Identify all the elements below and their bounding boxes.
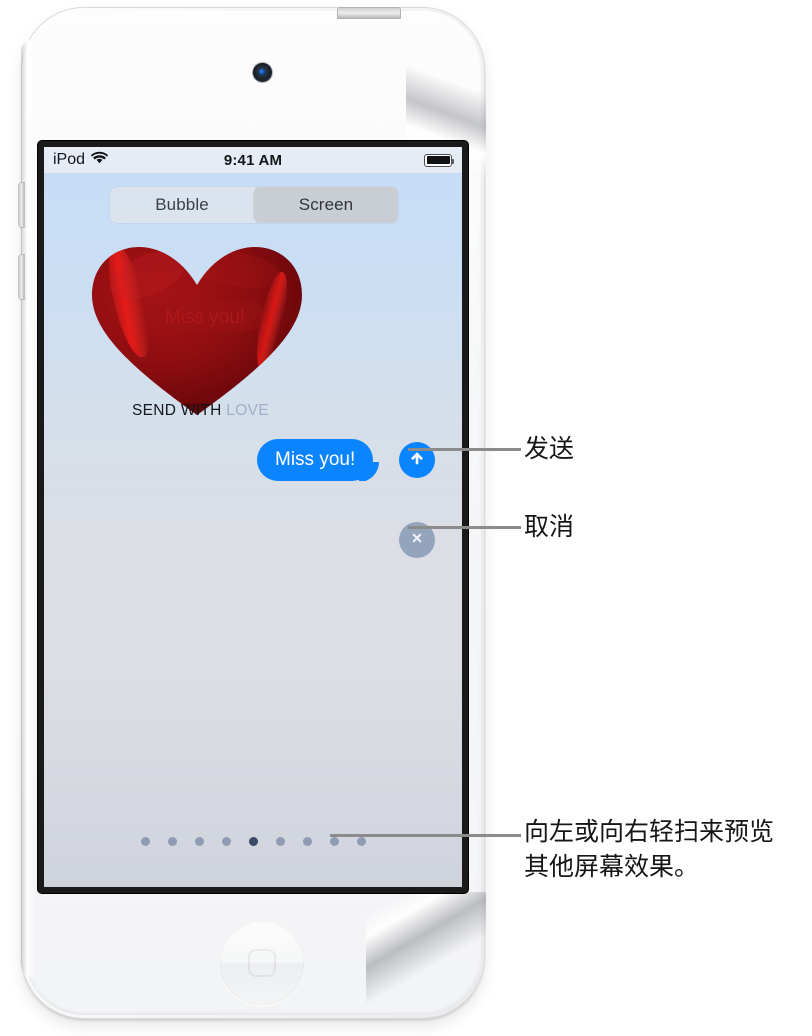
effect-type-segmented-control[interactable]: Bubble Screen [110,187,398,223]
balloon-caption-primary: SEND WITH [132,402,227,419]
ipod-touch-device: iPod 9:41 AM Bubble Screen Miss you! SEN… [19,8,486,1018]
callout-leader-send [408,448,521,451]
device-screen: iPod 9:41 AM Bubble Screen Miss you! SEN… [44,147,462,887]
battery-nub [452,158,454,164]
page-dot[interactable] [356,837,366,846]
arrow-up-icon [407,448,427,473]
page-dot[interactable] [140,837,150,846]
message-bubble[interactable]: Miss you! [257,439,374,481]
home-button-square-icon [248,949,276,977]
device-top-antenna [338,8,400,18]
status-bar: iPod 9:41 AM [44,147,462,173]
message-bubble-tail [359,461,379,481]
message-bubble-text: Miss you! [275,449,356,470]
segment-screen[interactable]: Screen [254,187,398,223]
status-bar-right [424,153,454,167]
screen-bezel: iPod 9:41 AM Bubble Screen Miss you! SEN… [38,141,468,893]
battery-fill [426,156,450,164]
segment-bubble[interactable]: Bubble [110,187,254,223]
battery-full-icon [424,153,454,167]
heart-balloon: Miss you! SEND WITH LOVE [86,239,308,419]
page-dot[interactable] [302,837,312,846]
page-dots[interactable] [44,837,462,846]
front-camera-icon [253,63,272,82]
page-dot[interactable] [167,837,177,846]
camera-lens [259,69,265,75]
status-bar-time: 9:41 AM [223,151,283,169]
balloon-caption: SEND WITH LOVE [132,402,269,420]
callout-label-send: 发送 [524,434,575,463]
callout-label-cancel: 取消 [524,512,575,541]
callout-leader-cancel [408,526,521,529]
page-dot[interactable] [329,837,339,846]
page-dot[interactable] [221,837,231,846]
callout-label-swipe: 向左或向右轻扫来预览 其他屏幕效果。 [524,817,775,881]
home-button[interactable] [220,921,304,1005]
balloon-caption-secondary: LOVE [226,402,269,419]
svg-text:Miss you!: Miss you! [165,307,245,328]
volume-up-button[interactable] [19,183,24,227]
close-x-icon [407,528,427,553]
page-dot[interactable] [275,837,285,846]
volume-down-button[interactable] [19,255,24,299]
page-dot[interactable] [194,837,204,846]
callout-leader-swipe [330,834,521,837]
page-dot-active[interactable] [248,837,258,846]
